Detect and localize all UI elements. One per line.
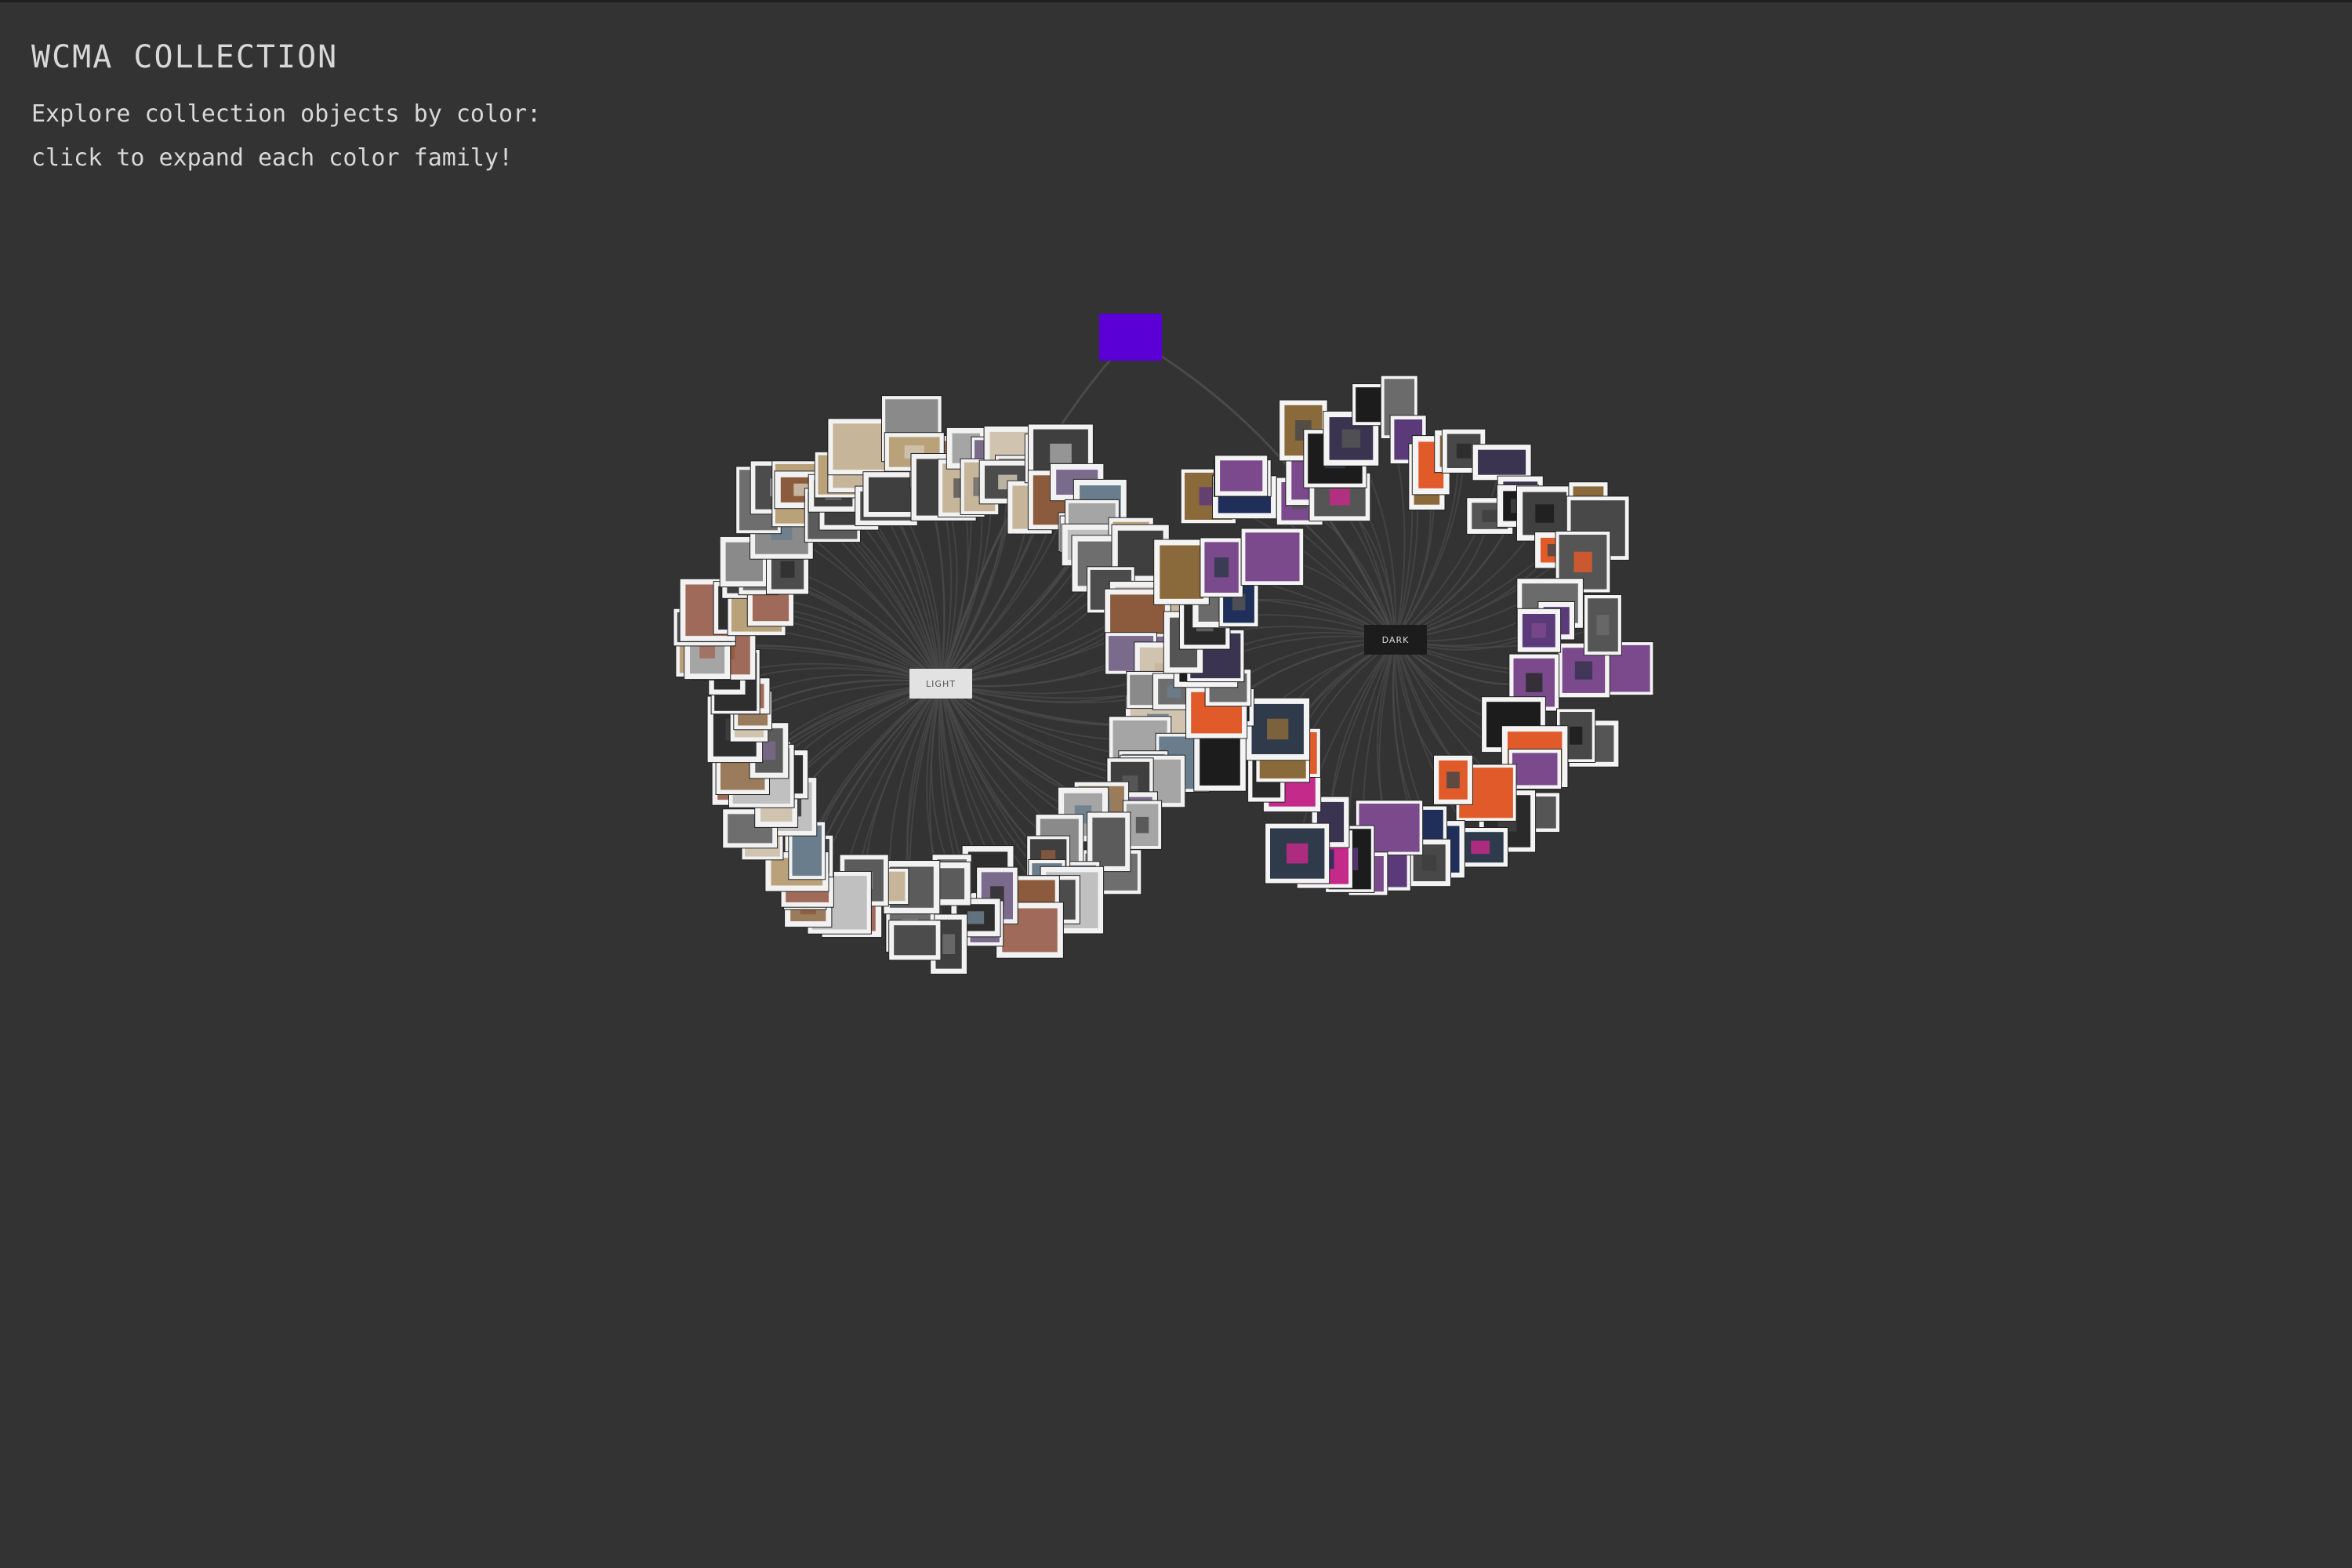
object-thumbnail[interactable]: [1200, 537, 1243, 598]
object-thumbnail[interactable]: [1516, 608, 1562, 653]
hub-light[interactable]: LIGHT: [909, 669, 972, 699]
hub-label-light: LIGHT: [926, 679, 956, 689]
object-thumbnail[interactable]: [1240, 528, 1305, 586]
object-thumbnail[interactable]: [1245, 697, 1311, 761]
object-thumbnail[interactable]: [1265, 822, 1330, 884]
hub-label-dark: DARK: [1382, 635, 1410, 645]
object-thumbnail[interactable]: [1433, 754, 1473, 805]
object-thumbnail[interactable]: [1472, 444, 1532, 481]
object-thumbnail[interactable]: [1214, 455, 1269, 497]
object-thumbnail[interactable]: [1583, 594, 1622, 656]
hub-dark[interactable]: DARK: [1364, 625, 1427, 655]
root-color-node[interactable]: [1099, 314, 1162, 361]
network-link: [806, 683, 942, 851]
object-thumbnail[interactable]: [888, 920, 942, 961]
color-network-graph[interactable]: LIGHT DARK: [0, 0, 2352, 1568]
